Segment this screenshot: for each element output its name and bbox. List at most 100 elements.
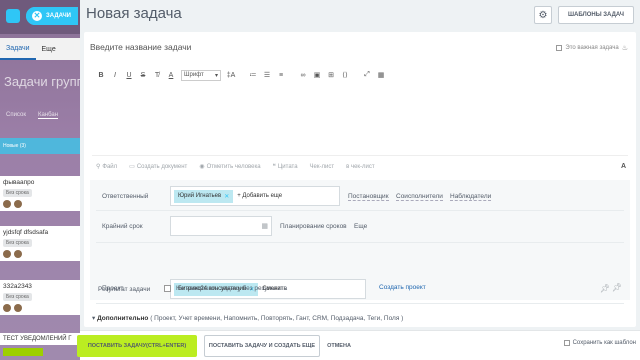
file-action-label: Файл bbox=[102, 163, 118, 170]
page-title: Новая задача bbox=[86, 5, 182, 22]
templates-label: ШАБЛОНЫ ЗАДАЧ bbox=[568, 12, 624, 18]
align-icon[interactable]: ≡ bbox=[274, 72, 288, 79]
background-tab-tasks[interactable]: Задачи bbox=[0, 38, 36, 60]
more-options[interactable]: ▾ Дополнительно ( Проект, Учет времени, … bbox=[92, 314, 403, 322]
result-toggle[interactable]: Не завершать задачу без результата bbox=[164, 285, 287, 292]
save-as-template[interactable]: Сохранить как шаблон bbox=[563, 340, 636, 346]
column-count: (3) bbox=[19, 143, 26, 149]
avatar bbox=[3, 304, 11, 312]
quote-icon: ❝ bbox=[272, 164, 276, 170]
link-creator[interactable]: Постановщик bbox=[348, 193, 389, 201]
kanban-column-header: Новые (3) bbox=[0, 138, 80, 154]
numbered-list-icon[interactable]: ≔ bbox=[246, 71, 260, 79]
link-icon[interactable]: ∞ bbox=[296, 72, 310, 79]
to-checklist-action[interactable]: в чек-лист bbox=[346, 163, 375, 170]
underline-icon[interactable]: U bbox=[122, 72, 136, 79]
more-title: Дополнительно bbox=[97, 315, 149, 322]
submit-and-create-button[interactable]: ПОСТАВИТЬ ЗАДАЧУ И СОЗДАТЬ ЕЩЕ bbox=[204, 335, 320, 357]
templates-button[interactable]: ШАБЛОНЫ ЗАДАЧ bbox=[558, 6, 634, 24]
deadline-label: Крайний срок bbox=[102, 223, 143, 230]
background-green-button[interactable] bbox=[3, 348, 43, 356]
text-style-icon[interactable]: A bbox=[621, 163, 626, 170]
quote-label: Цитата bbox=[277, 163, 298, 170]
background-footer-label: ТЕСТ УВЕДОМЛЕНИЙ Г bbox=[0, 333, 80, 345]
task-slider: ✕ ЗАДАЧИ Новая задача ⚙ ШАБЛОНЫ ЗАДАЧ Эт… bbox=[26, 0, 640, 360]
editor-toolbar: B I U S T̸ A Шрифт ▾ ‡A ≔ ☰ ≡ ∞ ▣ ⊞ ⟨⟩ ⤢… bbox=[94, 68, 388, 82]
avatar bbox=[14, 200, 22, 208]
slider-close-label: ЗАДАЧИ bbox=[46, 13, 71, 19]
important-toggle[interactable]: Это важная задача ♨ bbox=[556, 44, 628, 52]
slider-close-button[interactable]: ✕ ЗАДАЧИ bbox=[26, 7, 78, 25]
avatar bbox=[14, 304, 22, 312]
cancel-button[interactable]: ОТМЕНА bbox=[324, 335, 354, 357]
add-more-responsible[interactable]: + Добавить еще bbox=[237, 193, 282, 199]
save-template-label: Сохранить как шаблон bbox=[572, 340, 636, 346]
italic-icon[interactable]: I bbox=[108, 72, 122, 79]
responsible-chip: Юрий Игнатьев ✕ bbox=[174, 189, 234, 203]
view-list[interactable]: Список bbox=[6, 112, 26, 119]
view-kanban[interactable]: Канбан bbox=[37, 112, 59, 119]
kanban-card[interactable]: фываапро Без срока bbox=[0, 176, 80, 211]
font-color-icon[interactable]: A bbox=[164, 72, 178, 79]
result-checkbox[interactable] bbox=[164, 285, 171, 292]
submit-task-button[interactable]: ПОСТАВИТЬ ЗАДАЧУ(CTRL+ENTER) bbox=[77, 335, 197, 357]
link-observers[interactable]: Наблюдатели bbox=[450, 193, 492, 201]
deadline-input[interactable]: ▦ bbox=[170, 216, 272, 236]
chevron-down-icon: ▾ bbox=[92, 315, 96, 322]
result-checkbox-label: Не завершать задачу без результата bbox=[176, 285, 288, 292]
fullscreen-icon[interactable]: ⤢ bbox=[360, 71, 374, 79]
strikethrough-icon[interactable]: S bbox=[136, 72, 150, 79]
quote-action[interactable]: ❝ Цитата bbox=[272, 163, 298, 171]
file-action[interactable]: ⚲ Файл bbox=[96, 163, 118, 171]
background-app: ✕ ЗАДАЧИ Задачи Еще Задачи групп Список … bbox=[0, 0, 80, 360]
background-tab-more[interactable]: Еще bbox=[36, 46, 62, 53]
card-avatars bbox=[3, 304, 77, 312]
pin-icon[interactable]: 📌︎ bbox=[612, 283, 622, 292]
checklist-action[interactable]: Чек-лист bbox=[310, 163, 335, 170]
editor-actions: ⚲ Файл ▭ Создать документ ◉ Отметить челове… bbox=[96, 163, 375, 171]
kanban-card[interactable]: yjdsfqf dfsdsafa Без срока bbox=[0, 226, 80, 261]
important-label: Это важная задача bbox=[565, 45, 619, 51]
row-divider bbox=[96, 242, 624, 243]
clear-format-icon[interactable]: T̸ bbox=[150, 72, 164, 79]
document-icon: ▭ bbox=[129, 164, 135, 170]
bold-icon[interactable]: B bbox=[94, 72, 108, 79]
more-tools-icon[interactable]: ▦ bbox=[374, 71, 388, 79]
mention-label: Отметить человека bbox=[206, 163, 261, 170]
image-icon[interactable]: ▣ bbox=[310, 71, 324, 79]
card-deadline-badge: Без срока bbox=[3, 239, 32, 247]
card-title: yjdsfqf dfsdsafa bbox=[3, 229, 49, 236]
mention-action[interactable]: ◉ Отметить человека bbox=[199, 163, 261, 171]
deadline-more-link[interactable]: Еще bbox=[354, 223, 367, 230]
font-select[interactable]: Шрифт ▾ bbox=[181, 69, 221, 81]
create-project-link[interactable]: Создать проект bbox=[379, 284, 426, 291]
font-size-icon[interactable]: ‡A bbox=[224, 72, 238, 79]
responsible-chip-label: Юрий Игнатьев bbox=[178, 193, 222, 199]
remove-icon[interactable]: ✕ bbox=[224, 193, 229, 200]
avatar bbox=[3, 200, 11, 208]
avatar bbox=[14, 250, 22, 258]
gear-icon: ⚙ bbox=[538, 9, 548, 21]
code-icon[interactable]: ⟨⟩ bbox=[338, 71, 352, 79]
app-logo-icon[interactable] bbox=[6, 9, 20, 23]
calendar-icon[interactable]: ▦ bbox=[261, 222, 268, 230]
planning-link[interactable]: Планирование сроков bbox=[280, 223, 347, 230]
person-icon: ◉ bbox=[199, 164, 205, 170]
responsible-field[interactable]: Юрий Игнатьев ✕ + Добавить еще bbox=[170, 186, 340, 206]
table-icon[interactable]: ⊞ bbox=[324, 71, 338, 79]
important-checkbox[interactable] bbox=[556, 45, 563, 51]
result-label: Результат задачи bbox=[98, 286, 151, 293]
background-view-switch: Список Канбан bbox=[6, 112, 59, 119]
create-document-label: Создать документ bbox=[136, 163, 188, 170]
create-document-action[interactable]: ▭ Создать документ bbox=[129, 163, 188, 171]
settings-button[interactable]: ⚙ bbox=[534, 6, 552, 24]
kanban-card[interactable]: 332a2343 Без срока bbox=[0, 280, 80, 315]
bullet-list-icon[interactable]: ☰ bbox=[260, 71, 274, 79]
save-template-checkbox[interactable] bbox=[563, 340, 570, 346]
link-coexecutors[interactable]: Соисполнители bbox=[396, 193, 443, 201]
paperclip-icon: ⚲ bbox=[96, 164, 101, 170]
card-avatars bbox=[3, 200, 77, 208]
task-name-input[interactable] bbox=[90, 42, 490, 52]
fire-icon: ♨ bbox=[621, 45, 628, 52]
pin-icon[interactable]: 📌︎ bbox=[600, 284, 610, 293]
